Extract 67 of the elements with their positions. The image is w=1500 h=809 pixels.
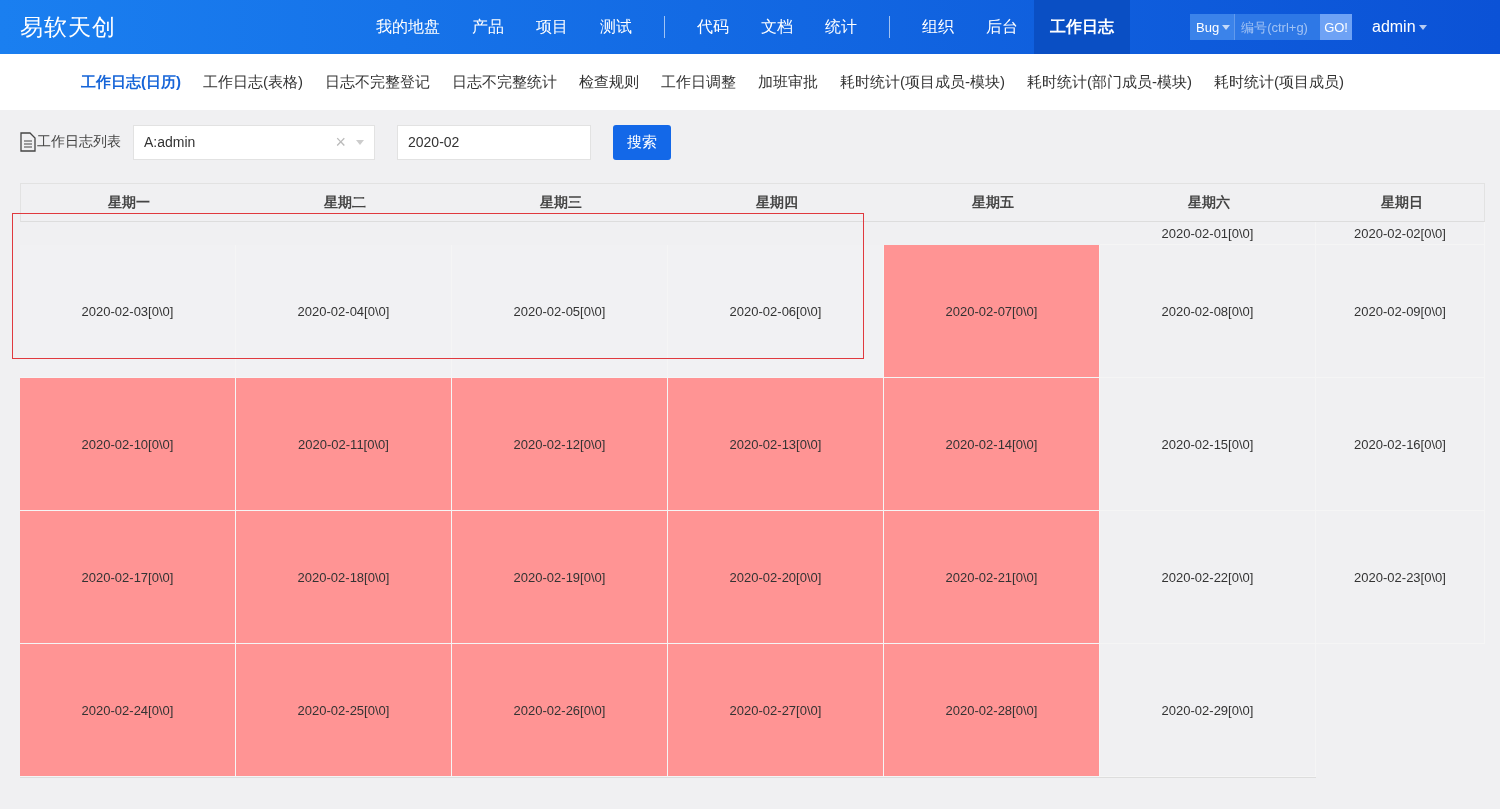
day-cell[interactable]: 2020-02-23[0\0] [1316,511,1485,644]
sub-tab[interactable]: 工作日调整 [650,72,747,92]
caret-icon [1222,24,1231,30]
caret-icon [356,139,364,145]
day-cell[interactable]: 2020-02-16[0\0] [1316,378,1485,511]
sub-tab[interactable]: 加班审批 [747,72,829,92]
day-cell[interactable]: 2020-02-08[0\0] [1100,245,1316,378]
nav-item[interactable]: 统计 [809,0,873,54]
day-cell[interactable]: 2020-02-02[0\0] [1316,222,1485,245]
day-cell[interactable]: 2020-02-10[0\0] [20,378,236,511]
day-cell[interactable]: 2020-02-01[0\0] [1100,222,1316,245]
day-cell[interactable]: 2020-02-18[0\0] [236,511,452,644]
day-cell[interactable]: 2020-02-15[0\0] [1100,378,1316,511]
nav-item[interactable]: 后台 [970,0,1034,54]
weekday-header: 星期日 [1379,192,1424,212]
id-search-field[interactable]: 编号(ctrl+g) [1234,14,1321,40]
nav-item[interactable]: 我的地盘 [360,0,456,54]
day-cell[interactable]: 2020-02-24[0\0] [20,644,236,777]
day-cell[interactable]: 2020-02-27[0\0] [668,644,884,777]
sub-tab[interactable]: 耗时统计(项目成员) [1203,72,1355,92]
sub-tab[interactable]: 日志不完整登记 [314,72,441,92]
day-cell[interactable]: 2020-02-22[0\0] [1100,511,1316,644]
type-dropdown[interactable]: Bug [1190,14,1235,40]
nav-item[interactable]: 测试 [584,0,648,54]
user-menu[interactable]: admin [1372,18,1427,36]
day-cell[interactable]: 2020-02-21[0\0] [884,511,1100,644]
day-cell[interactable]: 2020-02-28[0\0] [884,644,1100,777]
search-button[interactable]: 搜索 [613,124,671,160]
nav-item[interactable]: 项目 [520,0,584,54]
user-select[interactable]: A:admin × [133,124,375,160]
day-cell[interactable]: 2020-02-25[0\0] [236,644,452,777]
sub-tab[interactable]: 耗时统计(部门成员-模块) [1016,72,1203,92]
day-cell[interactable]: 2020-02-03[0\0] [20,245,236,378]
nav-item[interactable]: 组织 [906,0,970,54]
nav-item[interactable]: 文档 [745,0,809,54]
document-icon [20,132,36,152]
sub-tab[interactable]: 耗时统计(项目成员-模块) [829,72,1016,92]
sub-tab[interactable]: 工作日志(日历) [70,72,192,92]
day-cell[interactable]: 2020-02-09[0\0] [1316,245,1485,378]
sub-tab[interactable]: 日志不完整统计 [441,72,568,92]
sub-tab[interactable]: 工作日志(表格) [192,72,314,92]
weekday-header: 星期三 [539,192,583,212]
nav-item[interactable]: 产品 [456,0,520,54]
day-cell[interactable]: 2020-02-17[0\0] [20,511,236,644]
day-cell[interactable]: 2020-02-14[0\0] [884,378,1100,511]
day-cell[interactable]: 2020-02-05[0\0] [452,245,668,378]
nav-item[interactable]: 代码 [681,0,745,54]
weekday-header: 星期二 [323,192,367,212]
list-title: 工作日志列表 [37,133,121,151]
weekday-header: 星期五 [971,192,1015,212]
month-field[interactable]: 2020-02 [397,124,591,160]
day-cell[interactable]: 2020-02-12[0\0] [452,378,668,511]
nav-item[interactable]: 工作日志 [1034,0,1130,54]
weekday-header: 星期六 [1187,192,1231,212]
day-cell[interactable]: 2020-02-13[0\0] [668,378,884,511]
brand-logo[interactable]: 易软天创 [0,11,360,43]
day-cell[interactable]: 2020-02-19[0\0] [452,511,668,644]
day-cell[interactable]: 2020-02-20[0\0] [668,511,884,644]
weekday-header: 星期一 [107,192,151,212]
caret-icon [1418,24,1427,30]
day-cell[interactable]: 2020-02-04[0\0] [236,245,452,378]
day-cell[interactable]: 2020-02-26[0\0] [452,644,668,777]
weekday-header: 星期四 [755,192,799,212]
day-cell[interactable]: 2020-02-11[0\0] [236,378,452,511]
day-cell[interactable]: 2020-02-06[0\0] [668,245,884,378]
day-cell[interactable]: 2020-02-07[0\0] [884,245,1100,378]
sub-tab[interactable]: 检查规则 [568,72,650,92]
